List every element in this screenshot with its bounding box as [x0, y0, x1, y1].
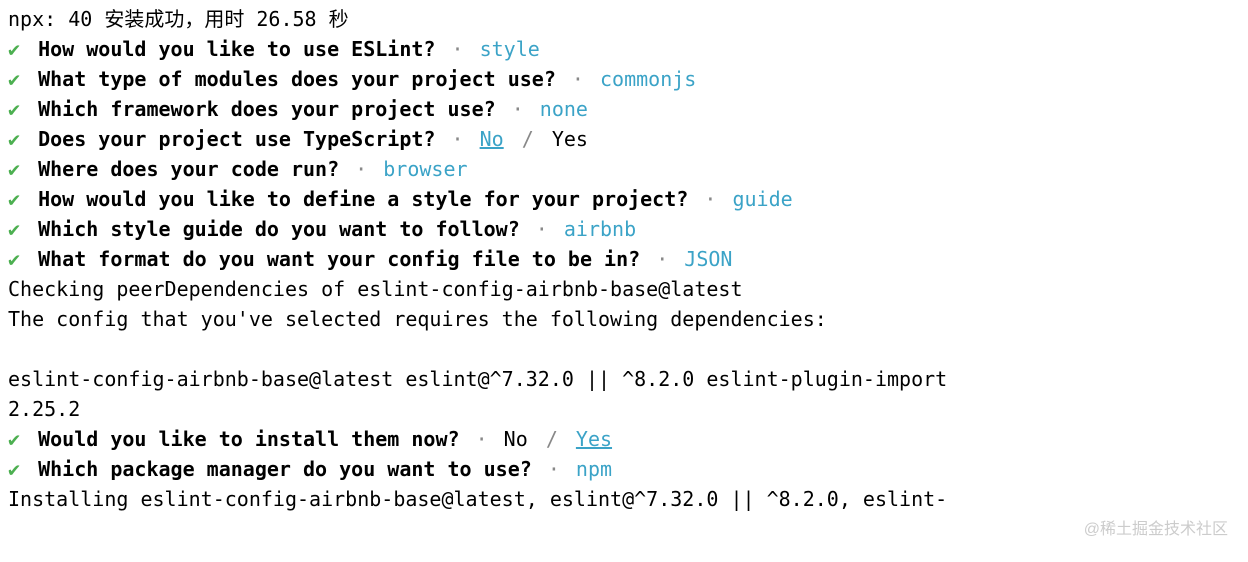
info-line: 2.25.2 — [8, 394, 1240, 424]
prompt-question: How would you like to define a style for… — [38, 187, 688, 211]
separator-dot: · — [452, 37, 464, 61]
prompt-answer: style — [480, 37, 540, 61]
check-icon: ✔ — [8, 217, 20, 241]
npx-status-text: npx: 40 安装成功，用时 26.58 秒 — [8, 7, 349, 31]
separator-dot: · — [548, 457, 560, 481]
prompt-question: Where does your code run? — [38, 157, 339, 181]
prompt-line: ✔ Which package manager do you want to u… — [8, 454, 1240, 484]
info-text: eslint-config-airbnb-base@latest eslint@… — [8, 367, 947, 391]
prompt-line: ✔ Would you like to install them now? · … — [8, 424, 1240, 454]
prompt-line: ✔ Does your project use TypeScript? · No… — [8, 124, 1240, 154]
npx-status-line: npx: 40 安装成功，用时 26.58 秒 — [8, 4, 1240, 34]
info-line: Checking peerDependencies of eslint-conf… — [8, 274, 1240, 304]
check-icon: ✔ — [8, 127, 20, 151]
option-slash: / — [522, 127, 534, 151]
prompt-answer: commonjs — [600, 67, 696, 91]
prompt-line: ✔ How would you like to define a style f… — [8, 184, 1240, 214]
prompt-selected[interactable]: Yes — [576, 427, 612, 451]
check-icon: ✔ — [8, 37, 20, 61]
separator-dot: · — [452, 127, 464, 151]
prompt-question: Would you like to install them now? — [38, 427, 459, 451]
separator-dot: · — [572, 67, 584, 91]
separator-dot: · — [536, 217, 548, 241]
prompt-question: What type of modules does your project u… — [38, 67, 556, 91]
separator-dot: · — [355, 157, 367, 181]
prompt-answer: npm — [576, 457, 612, 481]
info-line: eslint-config-airbnb-base@latest eslint@… — [8, 364, 1240, 394]
prompt-answer: guide — [732, 187, 792, 211]
info-text: 2.25.2 — [8, 397, 80, 421]
prompt-answer: browser — [383, 157, 467, 181]
prompt-line: ✔ Which style guide do you want to follo… — [8, 214, 1240, 244]
prompt-question: Which framework does your project use? — [38, 97, 496, 121]
prompt-other[interactable]: No — [504, 427, 528, 451]
prompt-selected[interactable]: No — [480, 127, 504, 151]
prompt-line: ✔ Where does your code run? · browser — [8, 154, 1240, 184]
check-icon: ✔ — [8, 67, 20, 91]
prompt-question: Which package manager do you want to use… — [38, 457, 532, 481]
separator-dot: · — [704, 187, 716, 211]
check-icon: ✔ — [8, 427, 20, 451]
separator-dot: · — [512, 97, 524, 121]
separator-dot: · — [476, 427, 488, 451]
check-icon: ✔ — [8, 157, 20, 181]
installing-text: Installing eslint-config-airbnb-base@lat… — [8, 487, 947, 511]
prompt-other[interactable]: Yes — [552, 127, 588, 151]
prompt-line: ✔ What format do you want your config fi… — [8, 244, 1240, 274]
prompt-line: ✔ Which framework does your project use?… — [8, 94, 1240, 124]
prompt-answer: none — [540, 97, 588, 121]
check-icon: ✔ — [8, 97, 20, 121]
installing-line: Installing eslint-config-airbnb-base@lat… — [8, 484, 1240, 514]
prompt-line: ✔ What type of modules does your project… — [8, 64, 1240, 94]
prompt-question: Does your project use TypeScript? — [38, 127, 435, 151]
watermark: @稀土掘金技术社区 — [1084, 518, 1228, 542]
blank-line — [8, 334, 1240, 364]
info-text: The config that you've selected requires… — [8, 307, 827, 331]
prompt-question: What format do you want your config file… — [38, 247, 640, 271]
check-icon: ✔ — [8, 457, 20, 481]
prompt-question: How would you like to use ESLint? — [38, 37, 435, 61]
check-icon: ✔ — [8, 187, 20, 211]
prompt-line: ✔ How would you like to use ESLint? · st… — [8, 34, 1240, 64]
check-icon: ✔ — [8, 247, 20, 271]
prompt-question: Which style guide do you want to follow? — [38, 217, 520, 241]
prompt-answer: JSON — [684, 247, 732, 271]
info-text: Checking peerDependencies of eslint-conf… — [8, 277, 743, 301]
prompt-answer: airbnb — [564, 217, 636, 241]
separator-dot: · — [656, 247, 668, 271]
option-slash: / — [546, 427, 558, 451]
info-line: The config that you've selected requires… — [8, 304, 1240, 334]
